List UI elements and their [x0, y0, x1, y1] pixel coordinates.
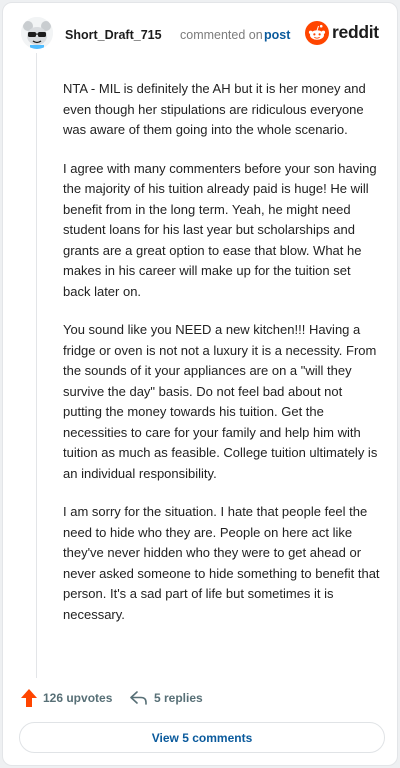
snoo-avatar-icon[interactable]: [21, 17, 53, 49]
comment-paragraph: I agree with many commenters before your…: [63, 160, 377, 299]
comment-header: Short_Draft_715 commented on post reddit: [19, 17, 381, 53]
comment-paragraph: NTA - MIL is definitely the AH but it is…: [63, 81, 366, 137]
view-comments-button[interactable]: View 5 comments: [19, 722, 385, 753]
thread-line: [36, 53, 37, 678]
reddit-snoo-logo-icon: [305, 21, 329, 45]
upvote-arrow-icon: [21, 689, 37, 707]
commented-on-text: commented on: [180, 28, 263, 42]
reddit-logo-text: reddit: [332, 22, 379, 42]
comment-paragraph: You sound like you NEED a new kitchen!!!…: [63, 322, 378, 481]
replies-button[interactable]: 5 replies: [130, 687, 203, 709]
comment-paragraph: I am sorry for the situation. I hate tha…: [63, 504, 380, 622]
post-link[interactable]: post: [264, 28, 290, 42]
reddit-logo[interactable]: reddit: [305, 19, 381, 47]
comment-actions: 126 upvotes 5 replies: [21, 687, 381, 709]
comment-body: NTA - MIL is definitely the AH but it is…: [63, 79, 381, 625]
username[interactable]: Short_Draft_715: [65, 28, 162, 42]
upvote-count: 126 upvotes: [43, 691, 113, 705]
upvote-button[interactable]: 126 upvotes: [21, 687, 112, 709]
reply-arrow-icon: [130, 691, 147, 705]
comment-card: Short_Draft_715 commented on post reddit…: [2, 2, 398, 766]
reply-count: 5 replies: [154, 691, 203, 705]
